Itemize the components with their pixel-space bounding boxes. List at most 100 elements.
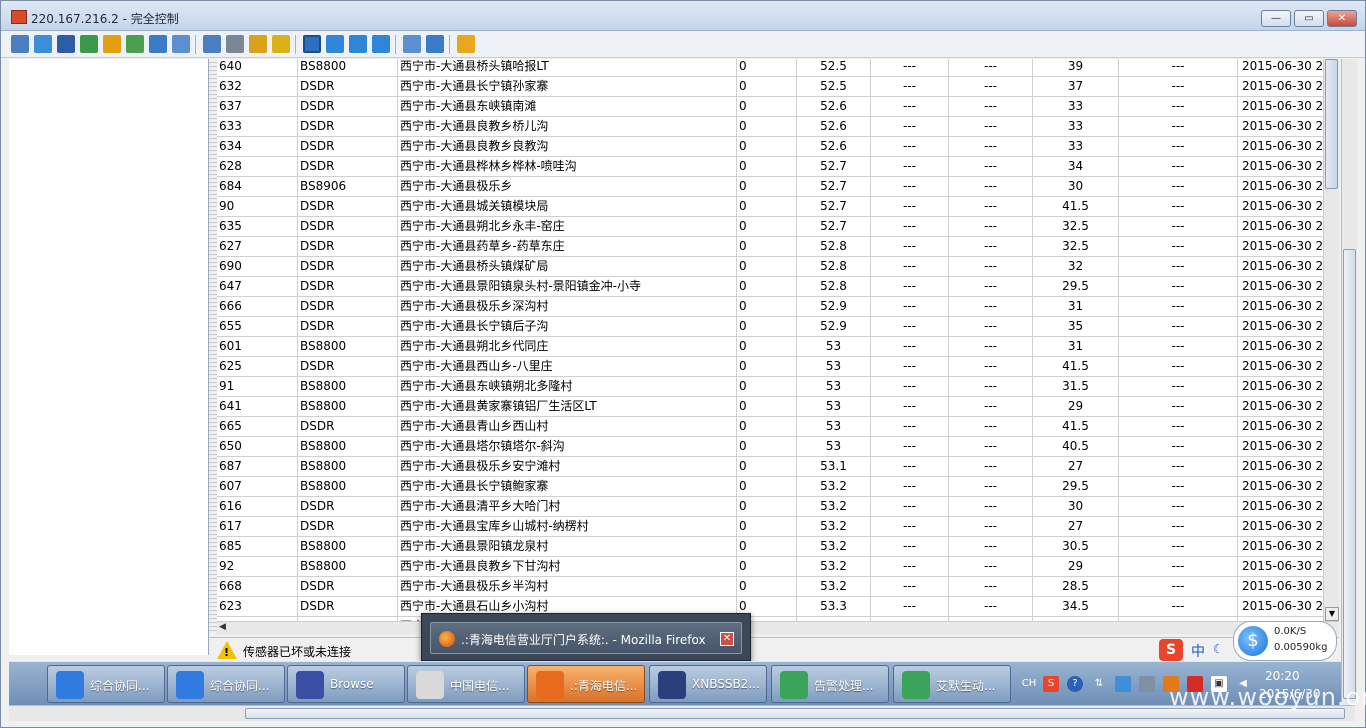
sogou-tray-icon[interactable]: S	[1043, 676, 1059, 692]
upload-icon[interactable]	[203, 35, 221, 53]
table-cell: 0	[737, 317, 797, 337]
window-horizontal-scrollbar[interactable]	[9, 705, 1355, 721]
table-cell: 52.8	[797, 237, 871, 257]
grid-horizontal-scrollbar[interactable]: ◀	[217, 621, 1339, 634]
table-row[interactable]: 617 DSDR 西宁市-大通县宝库乡山城村-纳楞村 0 53.2 --- --- 27 ---…	[217, 517, 1323, 537]
table-row[interactable]: 628 DSDR 西宁市-大通县桦林乡桦林-喷哇沟 0 52.7 --- --- 34 --- 2…	[217, 157, 1323, 177]
taskbar-button[interactable]: 艾默生动...	[893, 665, 1011, 703]
table-row[interactable]: 687 BS8800 西宁市-大通县极乐乡安宁滩村 0 53.1 --- --- 27 --- 2…	[217, 457, 1323, 477]
users-icon[interactable]	[226, 35, 244, 53]
data-grid[interactable]: 640 BS8800 西宁市-大通县桥头镇哈报LT 0 52.5 --- --- 39 --- 2…	[217, 59, 1323, 633]
phone-icon[interactable]	[149, 35, 167, 53]
table-row[interactable]: 601 BS8800 西宁市-大通县朔北乡代同庄 0 53 --- --- 31 --- 2015…	[217, 337, 1323, 357]
help-icon[interactable]: ?	[1067, 676, 1083, 692]
table-row[interactable]: 92 BS8800 西宁市-大通县良教乡下甘沟村 0 53.2 --- --- 29 --- 20…	[217, 557, 1323, 577]
remote-taskbar: 综合协同... 综合协同... Browse 中国电信... .:青海电信... XNBS…	[9, 661, 1355, 705]
table-row[interactable]: 633 DSDR 西宁市-大通县良教乡桥儿沟 0 52.6 --- --- 33 --- 2015…	[217, 117, 1323, 137]
taskbar-button[interactable]: XNBSSB2...	[649, 665, 767, 703]
table-row[interactable]: 641 BS8800 西宁市-大通县黄家寨镇铝厂生活区LT 0 53 --- --- 29 --…	[217, 397, 1323, 417]
window-vertical-scroll-thumb[interactable]	[1343, 249, 1356, 699]
window-vertical-scrollbar[interactable]	[1341, 59, 1357, 705]
power-icon[interactable]	[103, 35, 121, 53]
close-session-icon[interactable]	[457, 35, 475, 53]
monitor-icon[interactable]	[11, 35, 29, 53]
minimize-button[interactable]: —	[1261, 10, 1291, 27]
grid-vertical-scroll-thumb[interactable]	[1325, 59, 1338, 189]
table-cell: BS8906	[298, 177, 398, 197]
screen-icon[interactable]	[34, 35, 52, 53]
taskbar-button[interactable]: 综合协同...	[47, 665, 165, 703]
table-row[interactable]: 623 DSDR 西宁市-大通县石山乡小沟村 0 53.3 --- --- 34.5 --- 20…	[217, 597, 1323, 617]
title-bar[interactable]: 220.167.216.2 - 完全控制 — ▭ ✕	[1, 1, 1365, 31]
table-row[interactable]: 634 DSDR 西宁市-大通县良教乡良教沟 0 52.6 --- --- 33 --- 2015…	[217, 137, 1323, 157]
table-row[interactable]: 665 DSDR 西宁市-大通县青山乡西山村 0 53 --- --- 41.5 --- 2015…	[217, 417, 1323, 437]
lock-green-icon[interactable]	[272, 35, 290, 53]
table-row[interactable]: 668 DSDR 西宁市-大通县极乐乡半沟村 0 53.2 --- --- 28.5 --- 20…	[217, 577, 1323, 597]
ime-language-indicator[interactable]: 中	[1191, 641, 1205, 661]
taskbar-button[interactable]: 综合协同...	[167, 665, 285, 703]
network-speed-widget[interactable]: $ 0.0K/S 0.00590kg	[1233, 621, 1337, 661]
chat-icon[interactable]	[126, 35, 144, 53]
maximize-button[interactable]: ▭	[1294, 10, 1324, 27]
taskbar-button[interactable]: Browse	[287, 665, 405, 703]
table-row[interactable]: 635 DSDR 西宁市-大通县朔北乡永丰-窑庄 0 52.7 --- --- 32.5 ---…	[217, 217, 1323, 237]
table-row[interactable]: 637 DSDR 西宁市-大通县东峡镇南滩 0 52.6 --- --- 33 --- 2015-…	[217, 97, 1323, 117]
sogou-ime-icon[interactable]: S	[1159, 639, 1183, 661]
table-row[interactable]: 616 DSDR 西宁市-大通县清平乡大哈门村 0 53.2 --- --- 30 --- 201…	[217, 497, 1323, 517]
copy-icon[interactable]	[403, 35, 421, 53]
table-row[interactable]: 91 BS8800 西宁市-大通县东峡镇朔北多隆村 0 53 --- --- 31.5 --- 2…	[217, 377, 1323, 397]
keyboard-icon[interactable]	[1139, 676, 1155, 692]
taskbar-button[interactable]: .:青海电信...	[527, 665, 645, 703]
table-row[interactable]: 625 DSDR 西宁市-大通县西山乡-八里庄 0 53 --- --- 41.5 --- 201…	[217, 357, 1323, 377]
lock-icon[interactable]	[249, 35, 267, 53]
table-row[interactable]: 607 BS8800 西宁市-大通县长宁镇鲍家寨 0 53.2 --- --- 29.5 ---…	[217, 477, 1323, 497]
table-row[interactable]: 90 DSDR 西宁市-大通县城关镇模块局 0 52.7 --- --- 41.5 --- 201…	[217, 197, 1323, 217]
table-cell: ---	[871, 217, 949, 237]
grid-vertical-scrollbar[interactable]: ▼	[1323, 59, 1339, 621]
message-icon[interactable]	[172, 35, 190, 53]
coin-icon: $	[1238, 626, 1268, 656]
left-tree-panel[interactable]	[9, 59, 209, 655]
table-row[interactable]: 685 BS8800 西宁市-大通县景阳镇龙泉村 0 53.2 --- --- 30.5 ---…	[217, 537, 1323, 557]
table-row[interactable]: 666 DSDR 西宁市-大通县极乐乡深沟村 0 52.9 --- --- 31 --- 2015…	[217, 297, 1323, 317]
table-row[interactable]: 640 BS8800 西宁市-大通县桥头镇哈报LT 0 52.5 --- --- 39 --- 2…	[217, 59, 1323, 77]
table-cell: ---	[871, 597, 949, 617]
table-cell: 2015-06-30 20	[1242, 199, 1323, 213]
table-cell: ---	[871, 557, 949, 577]
fit-icon[interactable]	[326, 35, 344, 53]
table-cell: 53	[797, 337, 871, 357]
table-row[interactable]: 690 DSDR 西宁市-大通县桥头镇煤矿局 0 52.8 --- --- 32 --- 2015…	[217, 257, 1323, 277]
blue-square-icon[interactable]	[349, 35, 367, 53]
preview-item[interactable]: .:青海电信营业厅门户系统:. - Mozilla Firefox ✕	[430, 622, 742, 654]
taskbar-preview-popup[interactable]: .:青海电信营业厅门户系统:. - Mozilla Firefox ✕	[421, 613, 751, 661]
scroll-left-arrow-icon[interactable]: ◀	[219, 622, 226, 632]
table-cell: 37	[1033, 77, 1119, 97]
table-cell: DSDR	[298, 497, 398, 517]
table-row[interactable]: 647 DSDR 西宁市-大通县景阳镇泉头村-景阳镇金冲-小寺 0 52.8 --- ---…	[217, 277, 1323, 297]
table-row[interactable]: 632 DSDR 西宁市-大通县长宁镇孙家寨 0 52.5 --- --- 37 --- 2015…	[217, 77, 1323, 97]
table-row[interactable]: 627 DSDR 西宁市-大通县药草乡-药草东庄 0 52.8 --- --- 32.5 ---…	[217, 237, 1323, 257]
table-cell: 53.2	[797, 477, 871, 497]
table-row[interactable]: 684 BS8906 西宁市-大通县极乐乡 0 52.7 --- --- 30 --- 2015-…	[217, 177, 1323, 197]
fullscreen-icon[interactable]	[303, 35, 321, 53]
lang-indicator[interactable]: CH	[1019, 676, 1039, 692]
close-button[interactable]: ✕	[1327, 10, 1357, 27]
tools-icon[interactable]	[426, 35, 444, 53]
table-row[interactable]: 655 DSDR 西宁市-大通县长宁镇后子沟 0 52.9 --- --- 35 --- 2015…	[217, 317, 1323, 337]
scroll-down-arrow-icon[interactable]: ▼	[1325, 607, 1339, 621]
taskbar-button-label: 综合协同...	[210, 679, 270, 693]
taskbar-button[interactable]: 告警处理...	[771, 665, 889, 703]
transfer-icon[interactable]	[80, 35, 98, 53]
network-tray-icon[interactable]	[1115, 676, 1131, 692]
clock-time[interactable]: 20:20	[1265, 669, 1300, 683]
taskbar-button[interactable]: 中国电信...	[407, 665, 525, 703]
terminal-icon[interactable]	[57, 35, 75, 53]
moon-icon[interactable]: ☾	[1213, 642, 1224, 656]
table-cell: ---	[949, 137, 1033, 157]
table-row[interactable]: 650 BS8800 西宁市-大通县塔尔镇塔尔-斜沟 0 53 --- --- 40.5 ---…	[217, 437, 1323, 457]
preview-close-icon[interactable]: ✕	[720, 632, 734, 646]
taskbar-button-label: .:青海电信...	[570, 679, 638, 693]
scale-icon[interactable]	[372, 35, 390, 53]
table-cell: 0	[737, 237, 797, 257]
tray-expand-icon[interactable]: ⇅	[1091, 676, 1107, 692]
